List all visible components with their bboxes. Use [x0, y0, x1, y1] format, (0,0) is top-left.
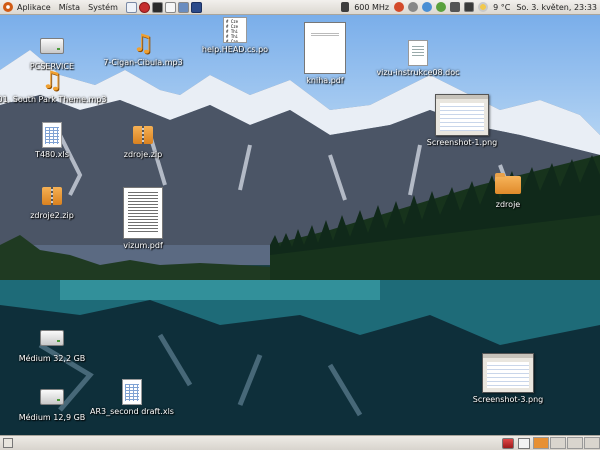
- desktop-icon-vizum-pdf[interactable]: vizum.pdf: [93, 187, 193, 250]
- desktop-icon-kniha-pdf[interactable]: kniha.pdf: [275, 22, 375, 85]
- clock[interactable]: So. 3. květen, 23:33: [516, 3, 597, 12]
- desktop-icon-t480-xls[interactable]: T480.xls: [2, 122, 102, 159]
- desktop-icon-label: zdroje.zip: [123, 150, 163, 159]
- ubuntu-logo-icon[interactable]: [3, 2, 13, 12]
- desktop-icon-label: Screenshot-3.png: [472, 395, 544, 404]
- browser-tray-icon[interactable]: [436, 2, 447, 12]
- desktop-icon-label: Médium 12,9 GB: [18, 413, 86, 422]
- image-file-icon: [482, 353, 534, 393]
- show-desktop-button[interactable]: [3, 438, 13, 448]
- archive-file-icon: [133, 126, 153, 144]
- pdf-file-icon: [304, 22, 346, 74]
- workspace-3[interactable]: [567, 437, 583, 449]
- desktop-icon-label: T480.xls: [35, 150, 69, 159]
- stop-launcher-icon[interactable]: [138, 1, 150, 13]
- desktop-icon-label: AR3_second draft.xls: [90, 407, 174, 416]
- workspace-4[interactable]: [584, 437, 600, 449]
- desktop-icon-help-head-po[interactable]: help.HEAD.cs.po: [185, 17, 285, 54]
- app-launcher-icon[interactable]: [177, 1, 189, 13]
- folder-icon: [495, 173, 521, 194]
- wallpaper-lake-shallows: [60, 280, 380, 300]
- desktop-icon-label: vizu-instrukce08.doc: [376, 68, 460, 77]
- desktop-icon-medium-32gb[interactable]: Médium 32,2 GB: [2, 324, 102, 363]
- volume-icon[interactable]: [450, 2, 461, 12]
- drive-icon: [40, 330, 64, 346]
- desktop-icon-label: help.HEAD.cs.po: [201, 45, 269, 54]
- desktop-icon-cigan-mp3[interactable]: ♫ 7-Cigan-Cibula.mp3: [93, 30, 193, 67]
- desktop-icon-screenshot3[interactable]: Screenshot-3.png: [458, 353, 558, 404]
- update-notifier-icon[interactable]: [394, 2, 405, 12]
- drive-icon: [40, 38, 64, 54]
- menu-applications[interactable]: Aplikace: [17, 3, 51, 12]
- spreadsheet-file-icon: [42, 122, 62, 148]
- music-file-icon: ♫: [41, 66, 63, 94]
- desktop-icon-screenshot1[interactable]: Screenshot-1.png: [412, 94, 512, 147]
- desktop-icon-zdroje-zip[interactable]: zdroje.zip: [93, 122, 193, 159]
- mail-launcher-icon[interactable]: [125, 1, 137, 13]
- desktop-icon-label: zdroje2.zip: [30, 211, 74, 220]
- cpu-frequency-icon[interactable]: [341, 2, 350, 12]
- workspace-2[interactable]: [550, 437, 566, 449]
- desktop-icon-zdroje-folder[interactable]: zdroje: [458, 172, 558, 209]
- workspace-1[interactable]: [533, 437, 549, 449]
- desktop-icon-label: 7-Cigan-Cibula.mp3: [103, 58, 183, 67]
- selected-launcher-icon[interactable]: [190, 1, 202, 13]
- desktop-icon-label: zdroje: [495, 200, 521, 209]
- desktop-icon-medium-12gb[interactable]: Médium 12,9 GB: [2, 383, 102, 422]
- cpu-frequency-text[interactable]: 600 MHz: [354, 3, 389, 12]
- pdf-file-icon: [123, 187, 163, 239]
- bottom-panel: [0, 435, 600, 450]
- text-editor-launcher-icon[interactable]: [164, 1, 176, 13]
- drive-icon: [40, 389, 64, 405]
- messenger-icon[interactable]: [422, 2, 433, 12]
- spreadsheet-file-icon: [122, 379, 142, 405]
- music-file-icon: ♫: [132, 29, 154, 57]
- top-panel: Aplikace Místa Systém 600 MHz 9 °C So. 3…: [0, 0, 600, 15]
- system-tray: 600 MHz 9 °C So. 3. květen, 23:33: [339, 0, 600, 15]
- monitor-icon[interactable]: [464, 2, 475, 12]
- document-file-icon: [408, 40, 428, 66]
- desktop-icon-label: Médium 32,2 GB: [18, 354, 86, 363]
- menu-system[interactable]: Systém: [88, 3, 118, 12]
- desktop-icon-label: 01. South Park Theme.mp3: [0, 95, 107, 104]
- desktop-icon-vizu-instrukce-doc[interactable]: vizu-instrukce08.doc: [368, 40, 468, 77]
- weather-icon[interactable]: [478, 2, 489, 12]
- temperature-text[interactable]: 9 °C: [493, 3, 510, 12]
- desktop-icon-label: kniha.pdf: [306, 76, 344, 85]
- bottom-panel-right: [500, 437, 600, 449]
- desktop-icon-label: Screenshot-1.png: [426, 138, 498, 147]
- desktop-icon-label: vizum.pdf: [123, 241, 163, 250]
- trash-icon[interactable]: [502, 437, 514, 449]
- menu-places[interactable]: Místa: [59, 3, 80, 12]
- archive-file-icon: [42, 187, 62, 205]
- desktop-icon-zdroje2-zip[interactable]: zdroje2.zip: [2, 183, 102, 220]
- desktop-icon-south-park[interactable]: ♫ 01. South Park Theme.mp3: [0, 66, 107, 104]
- text-file-icon: [223, 17, 247, 43]
- terminal-launcher-icon[interactable]: [151, 1, 163, 13]
- network-icon[interactable]: [408, 2, 419, 12]
- notification-area-icon[interactable]: [518, 437, 530, 449]
- desktop[interactable]: PCSERVICE ♫ 01. South Park Theme.mp3 T48…: [0, 15, 600, 435]
- image-file-icon: [435, 94, 489, 136]
